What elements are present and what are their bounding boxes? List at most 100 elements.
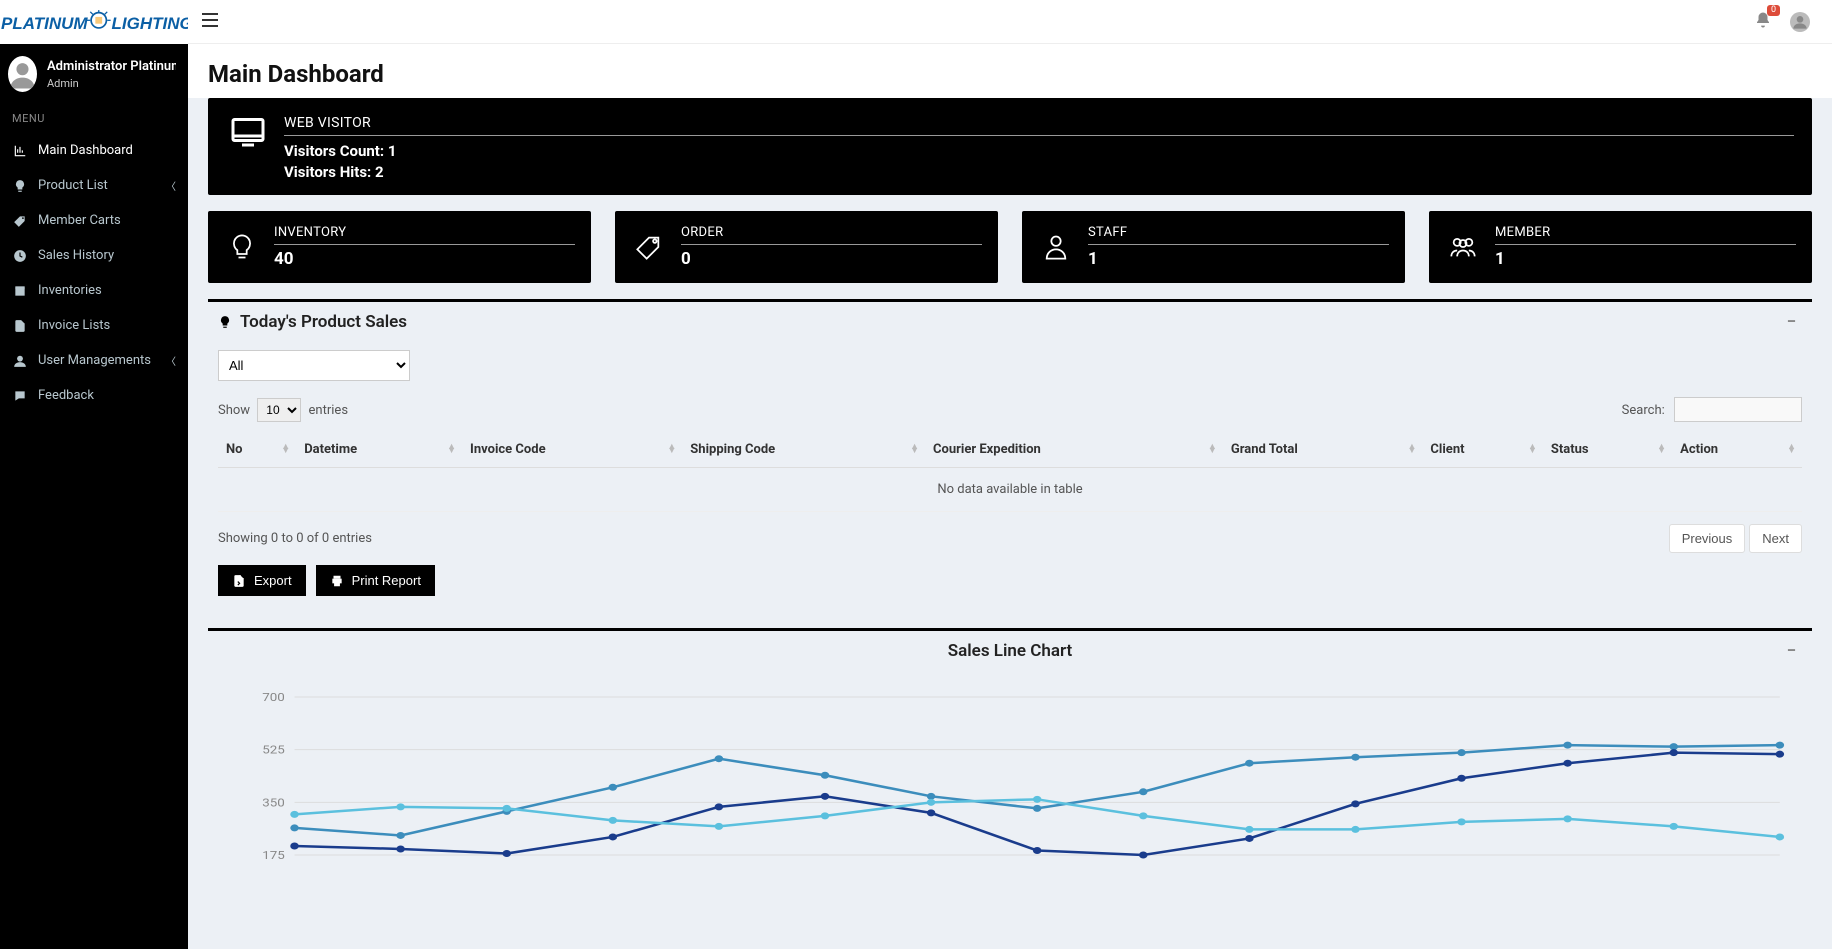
sidebar: Administrator Platinum W... Admin MENU M…: [0, 44, 188, 949]
card-inventory: INVENTORY40: [208, 211, 591, 283]
svg-text:700: 700: [262, 691, 285, 704]
svg-text:350: 350: [262, 796, 285, 809]
svg-text:PLATINUM: PLATINUM: [1, 13, 88, 32]
sales-line-chart: 700 525 350 175: [218, 679, 1802, 859]
sidebar-item-product-list[interactable]: Product List 〈: [0, 168, 188, 203]
search-control: Search:: [1622, 397, 1802, 422]
svg-text:525: 525: [262, 744, 285, 757]
clock-icon: [12, 249, 28, 263]
column-datetime[interactable]: Datetime▲▼: [296, 432, 462, 468]
top-header: PLATINUM LIGHTING 0: [0, 0, 1832, 44]
sidebar-item-sales-history[interactable]: Sales History: [0, 238, 188, 273]
people-icon: [1445, 233, 1481, 261]
person-icon: [1038, 233, 1074, 261]
column-shipping-code[interactable]: Shipping Code▲▼: [682, 432, 925, 468]
chart-title: Sales Line Chart: [948, 641, 1073, 661]
card-staff: STAFF1: [1022, 211, 1405, 283]
column-courier-expedition[interactable]: Courier Expedition▲▼: [925, 432, 1223, 468]
bulb-icon: [224, 233, 260, 261]
sort-icon: ▲▼: [447, 445, 456, 455]
chart-icon: [12, 144, 28, 158]
sidebar-item-label: Member Carts: [38, 213, 121, 228]
sidebar-item-label: Invoice Lists: [38, 318, 110, 333]
column-invoice-code[interactable]: Invoice Code▲▼: [462, 432, 682, 468]
print-button[interactable]: Print Report: [316, 565, 435, 596]
sales-table: No▲▼Datetime▲▼Invoice Code▲▼Shipping Cod…: [218, 432, 1802, 512]
tags-icon: [12, 214, 28, 228]
user-menu-button[interactable]: [1790, 12, 1810, 32]
sort-icon: ▲▼: [1407, 445, 1416, 455]
card-title: WEB VISITOR: [284, 115, 1794, 136]
sidebar-item-label: Product List: [38, 178, 108, 193]
column-no[interactable]: No▲▼: [218, 432, 296, 468]
column-action[interactable]: Action▲▼: [1672, 432, 1802, 468]
user-name: Administrator Platinum W...: [47, 59, 176, 74]
collapse-button[interactable]: −: [1781, 641, 1802, 661]
sidebar-item-member-carts[interactable]: Member Carts: [0, 203, 188, 238]
sidebar-item-label: User Managements: [38, 353, 151, 368]
visitors-count: Visitors Count: 1: [284, 142, 1794, 160]
column-client[interactable]: Client▲▼: [1422, 432, 1542, 468]
user-panel: Administrator Platinum W... Admin: [0, 44, 188, 104]
file-icon: [12, 319, 28, 333]
sidebar-item-feedback[interactable]: Feedback: [0, 378, 188, 413]
sidebar-item-label: Feedback: [38, 388, 94, 403]
panel-product-sales: Today's Product Sales − All Show 10 entr…: [208, 299, 1812, 610]
sort-icon: ▲▼: [667, 445, 676, 455]
bulb-icon: [12, 179, 28, 193]
sidebar-item-label: Inventories: [38, 283, 102, 298]
sort-icon: ▲▼: [1657, 445, 1666, 455]
sidebar-menu: Main Dashboard Product List 〈 Member Carts S…: [0, 133, 188, 413]
sidebar-item-main-dashboard[interactable]: Main Dashboard: [0, 133, 188, 168]
sidebar-item-inventories[interactable]: Inventories: [0, 273, 188, 308]
sidebar-item-label: Sales History: [38, 248, 114, 263]
collapse-button[interactable]: −: [1781, 312, 1802, 332]
svg-text:175: 175: [262, 849, 285, 859]
print-icon: [330, 574, 344, 588]
sort-icon: ▲▼: [1787, 445, 1796, 455]
menu-header: MENU: [0, 104, 188, 133]
next-button[interactable]: Next: [1749, 524, 1802, 553]
length-control: Show 10 entries: [218, 398, 348, 422]
table-info: Showing 0 to 0 of 0 entries: [218, 531, 372, 546]
user-icon: [1792, 14, 1808, 30]
sort-icon: ▲▼: [1208, 445, 1217, 455]
tag-icon: [631, 233, 667, 261]
column-status[interactable]: Status▲▼: [1543, 432, 1672, 468]
card-web-visitor: WEB VISITOR Visitors Count: 1 Visitors H…: [208, 98, 1812, 195]
sidebar-item-user-managements[interactable]: User Managements 〈: [0, 343, 188, 378]
user-icon: [12, 354, 28, 368]
monitor-icon: [226, 115, 270, 151]
export-button[interactable]: Export: [218, 565, 306, 596]
sort-icon: ▲▼: [281, 445, 290, 455]
visitors-hits: Visitors Hits: 2: [284, 163, 1794, 181]
sidebar-toggle-button[interactable]: [188, 11, 232, 32]
sidebar-item-invoice-lists[interactable]: Invoice Lists: [0, 308, 188, 343]
svg-text:LIGHTING: LIGHTING: [111, 13, 188, 32]
avatar: [8, 56, 37, 92]
panel-title: Today's Product Sales: [240, 312, 407, 332]
sort-icon: ▲▼: [910, 445, 919, 455]
empty-row: No data available in table: [218, 468, 1802, 512]
chevron-left-icon: 〈: [166, 353, 176, 368]
box-icon: [12, 284, 28, 298]
length-select[interactable]: 10: [257, 398, 301, 422]
sort-icon: ▲▼: [1528, 445, 1537, 455]
sidebar-item-label: Main Dashboard: [38, 143, 133, 158]
card-member: MEMBER1: [1429, 211, 1812, 283]
panel-sales-chart: Sales Line Chart − 700 525 350 175: [208, 628, 1812, 873]
previous-button[interactable]: Previous: [1669, 524, 1746, 553]
chevron-left-icon: 〈: [166, 178, 176, 193]
bulb-icon: [218, 315, 232, 329]
card-order: ORDER0: [615, 211, 998, 283]
content-header: Main Dashboard: [188, 44, 1832, 98]
filter-select[interactable]: All: [218, 350, 410, 381]
brand-logo[interactable]: PLATINUM LIGHTING: [0, 0, 188, 44]
column-grand-total[interactable]: Grand Total▲▼: [1223, 432, 1423, 468]
page-title: Main Dashboard: [208, 60, 1812, 88]
user-role: Admin: [47, 77, 176, 90]
notifications-button[interactable]: 0: [1754, 11, 1772, 33]
notification-badge: 0: [1767, 5, 1780, 16]
search-input[interactable]: [1674, 397, 1802, 422]
chat-icon: [12, 389, 28, 403]
